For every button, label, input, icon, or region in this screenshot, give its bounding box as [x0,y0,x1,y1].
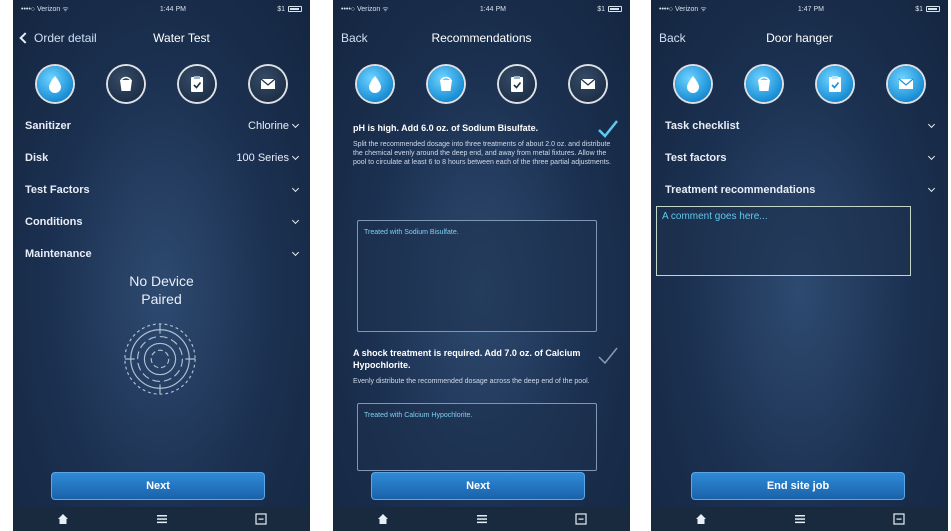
battery-icon [287,6,302,12]
water-drop-icon[interactable] [674,66,711,102]
test-factors-label: Test Factors [25,184,90,196]
task-checklist-row[interactable]: Task checklist [651,110,948,142]
next-button[interactable]: Next [371,472,585,500]
door-hanger-screen: ••••○ Verizon ᯤ 1:47 PM $1 Back Door han… [651,0,948,531]
carrier-label: ••••○ Verizon ᯤ [659,5,707,13]
page-title: Recommendations [431,31,532,45]
battery-icon [925,6,940,12]
nav-bar: Order detail Water Test [13,18,310,58]
water-test-screen: ••••○ Verizon ᯤ 1:44 PM $1 Order detail … [13,0,310,531]
sanitizer-row[interactable]: Sanitizer Chlorine [13,110,310,142]
back-button[interactable]: Back [659,31,686,45]
task-checklist-label: Task checklist [665,120,740,132]
tab-bar [333,507,630,531]
chevron-down-icon [927,120,936,129]
step-icons [333,58,630,110]
battery-status: $1 [597,6,622,13]
minimize-icon[interactable] [892,513,905,525]
recommendation-text: Split the recommended dosage into three … [353,141,611,166]
bucket-icon[interactable] [745,66,782,102]
test-factors-row[interactable]: Test Factors [13,174,310,206]
conditions-label: Conditions [25,216,83,228]
water-drop-icon[interactable] [356,66,393,102]
status-bar: ••••○ Verizon ᯤ 1:44 PM $1 [13,0,310,18]
step-icons [13,58,310,110]
envelope-icon[interactable] [888,66,925,102]
clipboard-check-icon[interactable] [499,66,536,102]
chevron-down-icon [927,184,936,193]
chevron-down-icon [291,184,300,193]
home-icon[interactable] [57,513,69,525]
tab-bar [651,507,948,531]
bucket-icon[interactable] [107,66,144,102]
minimize-icon[interactable] [574,513,587,525]
menu-icon[interactable] [476,513,488,525]
water-drop-icon[interactable] [36,66,73,102]
battery-icon [607,6,622,12]
chevron-down-icon [291,248,300,257]
envelope-icon[interactable] [250,66,287,102]
recommendations-screen: ••••○ Verizon ᯤ 1:44 PM $1 Back Recommen… [333,0,630,531]
home-icon[interactable] [377,513,389,525]
clipboard-check-icon[interactable] [179,66,216,102]
checkmark-icon[interactable] [597,345,619,367]
page-title: Door hanger [766,31,833,45]
clipboard-check-icon[interactable] [817,66,854,102]
maintenance-row[interactable]: Maintenance [13,238,310,270]
treatment-note-field[interactable]: Treated with Sodium Bisulfate. [357,220,597,332]
end-site-job-button[interactable]: End site job [691,472,905,500]
treatment-recommendations-label: Treatment recommendations [665,184,816,196]
clock: 1:44 PM [479,5,506,13]
carrier-label: ••••○ Verizon ᯤ [21,5,69,13]
recommendation-heading: pH is high. Add 6.0 oz. of Sodium Bisulf… [353,123,539,133]
menu-icon[interactable] [794,513,806,525]
recommendation-text: Evenly distribute the recommended dosage… [353,378,590,385]
chevron-down-icon [291,152,300,161]
status-bar: ••••○ Verizon ᯤ 1:47 PM $1 [651,0,948,18]
sanitizer-value: Chlorine [248,120,289,132]
minimize-icon[interactable] [254,513,267,525]
chevron-down-icon [291,216,300,225]
step-icons [651,58,948,110]
recommendation-item: A shock treatment is required. Add 7.0 o… [353,347,618,471]
disk-label: Disk [25,152,49,164]
next-button[interactable]: Next [51,472,265,500]
back-button[interactable]: Order detail [19,31,97,45]
battery-status: $1 [915,6,940,13]
page-title: Water Test [153,31,210,45]
clock: 1:47 PM [797,5,824,13]
device-pairing-icon [124,323,196,395]
chevron-down-icon [927,152,936,161]
disk-row[interactable]: Disk 100 Series [13,142,310,174]
test-factors-label: Test factors [665,152,727,164]
bucket-icon[interactable] [427,66,464,102]
comment-field[interactable]: A comment goes here... [656,206,911,276]
back-label: Order detail [34,31,97,45]
chevron-down-icon [291,120,300,129]
nav-bar: Back Recommendations [333,18,630,58]
conditions-row[interactable]: Conditions [13,206,310,238]
device-status: No Device Paired [129,273,194,307]
clock: 1:44 PM [159,5,186,13]
battery-status: $1 [277,6,302,13]
disk-value: 100 Series [236,152,289,164]
status-bar: ••••○ Verizon ᯤ 1:44 PM $1 [333,0,630,18]
recommendation-item: pH is high. Add 6.0 oz. of Sodium Bisulf… [353,120,618,332]
carrier-label: ••••○ Verizon ᯤ [341,5,389,13]
nav-bar: Back Door hanger [651,18,948,58]
maintenance-label: Maintenance [25,248,92,260]
menu-icon[interactable] [156,513,168,525]
checkmark-icon[interactable] [597,118,619,140]
home-icon[interactable] [695,513,707,525]
test-factors-row[interactable]: Test factors [651,142,948,174]
envelope-icon[interactable] [570,66,607,102]
treatment-note-field[interactable]: Treated with Calcium Hypochlorite. [357,403,597,471]
treatment-recommendations-row[interactable]: Treatment recommendations [651,174,948,206]
recommendation-heading: A shock treatment is required. Add 7.0 o… [353,348,581,370]
chevron-left-icon [19,32,31,44]
sanitizer-label: Sanitizer [25,120,71,132]
back-button[interactable]: Back [341,31,368,45]
tab-bar [13,507,310,531]
